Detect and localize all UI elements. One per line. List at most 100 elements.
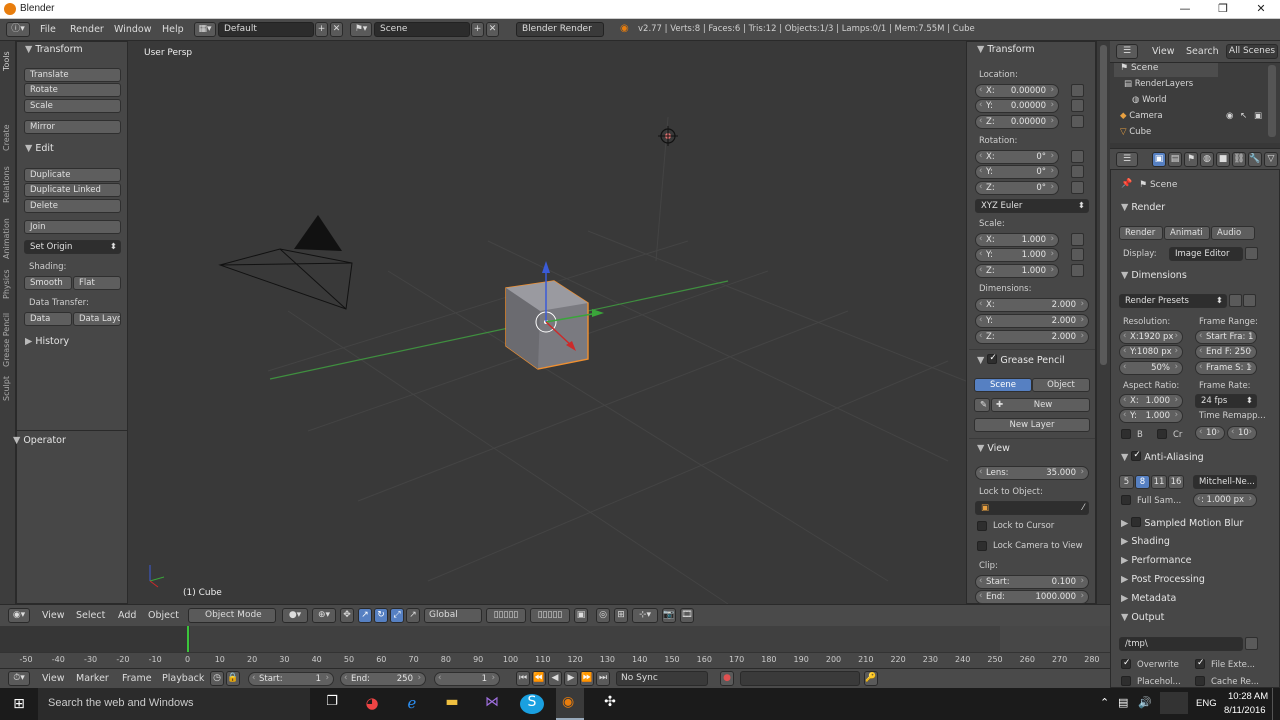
placeholders-checkbox[interactable] — [1121, 676, 1131, 686]
world-tab-icon[interactable]: ◍ — [1200, 152, 1214, 167]
tab-create[interactable]: Create — [2, 121, 11, 151]
resolution-y-field[interactable]: Y:1080 px — [1119, 345, 1183, 359]
dimension-y-field[interactable]: Y:2.000 — [975, 314, 1089, 328]
lock-icon[interactable] — [1071, 181, 1084, 194]
data-button[interactable]: Data — [24, 312, 72, 326]
gp-new-layer-button[interactable]: New Layer — [974, 418, 1090, 432]
audio-button[interactable]: Audio — [1211, 226, 1255, 240]
tab-animation[interactable]: Animation — [2, 211, 11, 259]
scale-y-field[interactable]: Y:1.000 — [975, 248, 1059, 262]
lock-icon[interactable] — [1071, 264, 1084, 277]
tab-grease-pencil[interactable]: Grease Pencil — [2, 305, 11, 367]
eye-icon[interactable]: ◉ — [1226, 111, 1233, 121]
gp-object-tab[interactable]: Object — [1032, 378, 1090, 392]
lock-layers-icon[interactable]: ▣ — [574, 608, 588, 623]
editor-type-icon[interactable]: ◉▾ — [8, 608, 30, 623]
lock-camera-checkbox[interactable] — [977, 541, 987, 551]
cursor-icon[interactable]: ↖ — [1240, 111, 1247, 121]
app-icon[interactable]: ✣ — [598, 694, 622, 714]
outliner-view-menu[interactable]: View — [1152, 46, 1175, 57]
lock-icon[interactable] — [1071, 99, 1084, 112]
tab-relations[interactable]: Relations — [2, 161, 11, 203]
operator-panel-header[interactable]: ▼ Operator — [13, 435, 66, 446]
flat-button[interactable]: Flat — [73, 276, 121, 290]
crop-checkbox[interactable] — [1157, 429, 1167, 439]
frame-start-field[interactable]: Start Fra: 1 — [1195, 330, 1257, 344]
tab-physics[interactable]: Physics — [2, 263, 11, 299]
blender-taskbar-button[interactable]: ◉ — [556, 688, 584, 720]
edge-icon[interactable]: ℯ — [400, 694, 424, 714]
file-explorer-icon[interactable]: ▬ — [440, 694, 464, 714]
data-tab-icon[interactable]: ▽ — [1264, 152, 1278, 167]
n-transform-header[interactable]: ▼ Transform — [977, 44, 1035, 55]
outliner-row-renderlayers[interactable]: ▤ RenderLayers — [1124, 79, 1193, 89]
aspect-y-field[interactable]: Y:1.000 — [1119, 409, 1183, 423]
lock-icon[interactable] — [1071, 248, 1084, 261]
duplicate-button[interactable]: Duplicate — [24, 168, 121, 182]
keying-set-field[interactable] — [740, 671, 860, 686]
resolution-percentage-field[interactable]: 50% — [1119, 361, 1183, 375]
duplicate-linked-button[interactable]: Duplicate Linked — [24, 183, 121, 197]
editor-type-icon[interactable]: ⓘ▾ — [6, 22, 30, 37]
tab-sculpt[interactable]: Sculpt — [2, 371, 11, 401]
pencil-icon[interactable]: ✎ — [974, 398, 990, 412]
play-icon[interactable]: ▶ — [564, 671, 578, 686]
minimize-button[interactable]: — — [1168, 0, 1202, 19]
resolution-x-field[interactable]: X:1920 px — [1119, 330, 1183, 344]
dimension-z-field[interactable]: Z:2.000 — [975, 330, 1089, 344]
outliner-scrollbar[interactable] — [1268, 65, 1276, 137]
show-desktop-button[interactable] — [1272, 688, 1280, 720]
marker-menu[interactable]: Marker — [76, 673, 109, 684]
proportional-edit-icon[interactable]: ◎ — [596, 608, 610, 623]
join-button[interactable]: Join — [24, 220, 121, 234]
jump-start-icon[interactable]: ⏮ — [516, 671, 530, 686]
lock-icon[interactable] — [1071, 165, 1084, 178]
menu-window[interactable]: Window — [114, 24, 151, 35]
tab-tools[interactable]: Tools — [2, 49, 11, 71]
grease-pencil-header[interactable]: ▼ Grease Pencil — [977, 353, 1065, 366]
start-windows-icon[interactable]: ⊞ — [0, 688, 38, 720]
lock-object-field[interactable]: ▣ ⁄ — [975, 501, 1089, 515]
preview-range-icon[interactable]: ◷ — [210, 671, 224, 686]
gp-new-button[interactable]: ✚ New — [991, 398, 1090, 412]
transform-orientation-select[interactable]: Global — [424, 608, 482, 623]
translate-manipulator-icon[interactable]: ↗ — [358, 608, 372, 623]
render-button[interactable]: Render — [1119, 226, 1163, 240]
outliner-display-select[interactable]: All Scenes — [1226, 44, 1278, 59]
start-frame-field[interactable]: Start:1 — [248, 672, 334, 686]
aa-samples-5[interactable]: 5 — [1119, 475, 1134, 489]
render-engine-select[interactable]: Blender Render — [516, 22, 604, 37]
layout-remove-icon[interactable]: ✕ — [330, 22, 343, 37]
outliner-search-menu[interactable]: Search — [1186, 46, 1219, 57]
viewport-shading-icon[interactable]: ●▾ — [282, 608, 308, 623]
clock-date[interactable]: 8/11/2016 — [1224, 705, 1266, 716]
metadata-panel-header[interactable]: ▶ Metadata — [1121, 593, 1176, 604]
camera-object[interactable] — [218, 215, 353, 310]
rotation-mode-select[interactable]: XYZ Euler ⬍ — [975, 199, 1089, 213]
scale-button[interactable]: Scale — [24, 99, 121, 113]
lock-icon[interactable] — [1071, 115, 1084, 128]
manipulator-toggle-icon[interactable]: ✥ — [340, 608, 354, 623]
grease-pencil-checkbox[interactable] — [987, 353, 998, 364]
mirror-button[interactable]: Mirror — [24, 120, 121, 134]
lock-icon[interactable] — [1071, 150, 1084, 163]
object-tab-icon[interactable]: ■ — [1216, 152, 1230, 167]
scene-icon[interactable]: ⚑▾ — [350, 22, 372, 37]
rotate-button[interactable]: Rotate — [24, 83, 121, 97]
add-menu[interactable]: Add — [118, 610, 136, 621]
lock-icon[interactable] — [1071, 84, 1084, 97]
jump-keyframe-forward-icon[interactable]: ⏩ — [580, 671, 594, 686]
menu-file[interactable]: File — [40, 24, 56, 35]
render-panel-header[interactable]: ▼ Render — [1121, 202, 1165, 213]
rotation-y-field[interactable]: Y:0° — [975, 165, 1059, 179]
frame-step-field[interactable]: Frame S: 1 — [1195, 361, 1257, 375]
object-menu[interactable]: Object — [148, 610, 179, 621]
animation-button[interactable]: Animati — [1164, 226, 1210, 240]
layout-name-field[interactable]: Default — [218, 22, 314, 37]
folder-icon[interactable] — [1245, 637, 1258, 650]
post-processing-panel-header[interactable]: ▶ Post Processing — [1121, 574, 1205, 585]
snap-icon[interactable]: ⊞ — [614, 608, 628, 623]
sync-mode-select[interactable]: No Sync — [616, 671, 708, 686]
outliner-row-world[interactable]: ◍ World — [1132, 95, 1166, 105]
volume-icon[interactable]: 🔊 — [1138, 696, 1152, 709]
